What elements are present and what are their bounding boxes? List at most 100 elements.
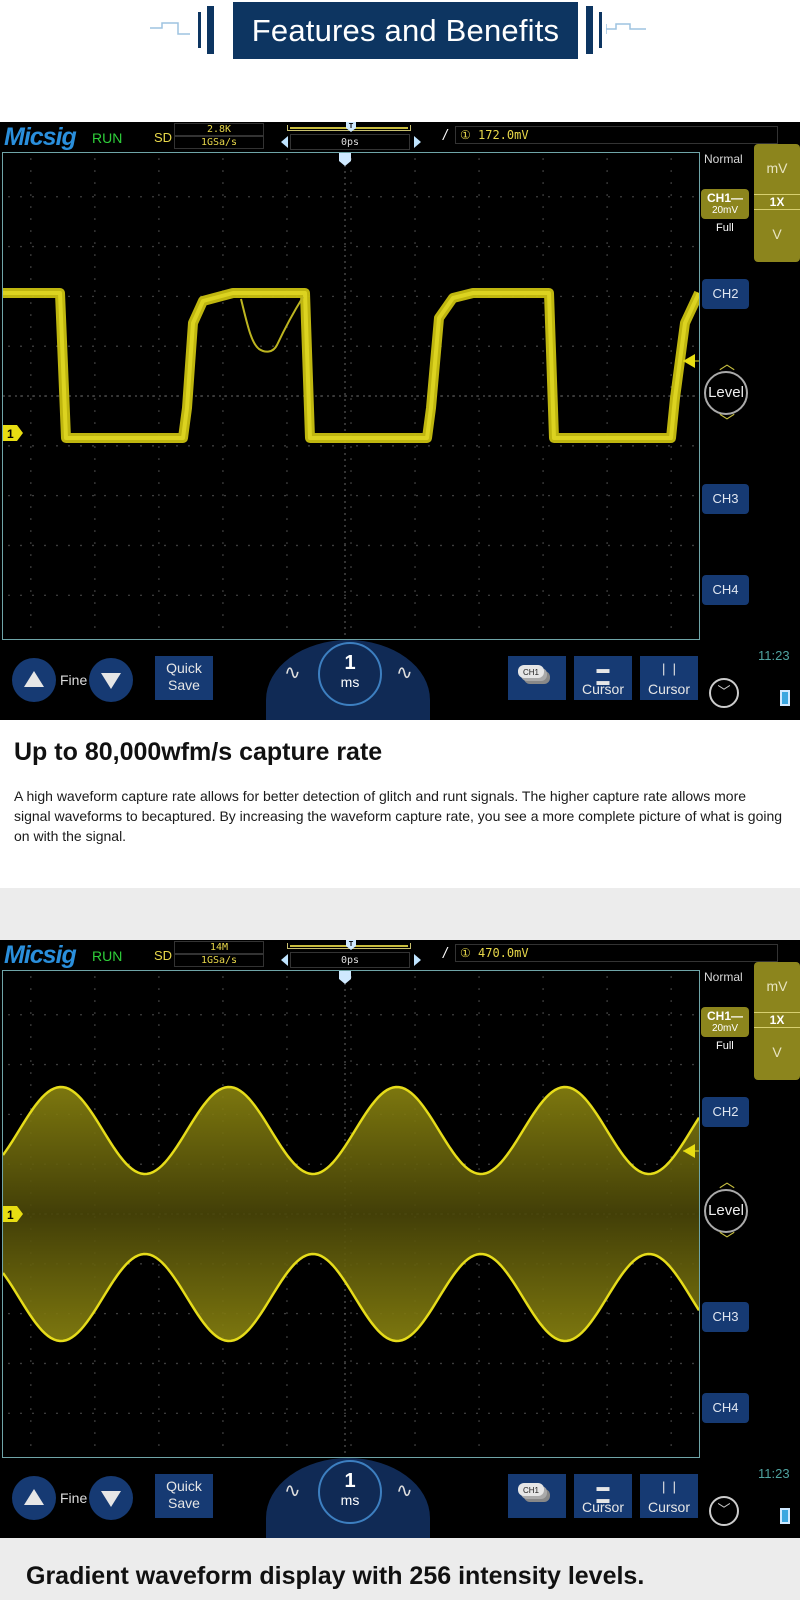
grid-dot [670,1012,672,1014]
trigger-level-knob[interactable]: Level [704,371,748,415]
channel-stack-button[interactable]: CH1 [508,656,566,700]
level-down-chevron-icon[interactable]: ﹀ [719,415,735,431]
grid-dot [286,350,288,352]
grid-dot [152,1013,154,1016]
trigger-mode[interactable]: Normal [704,152,743,166]
grid-dot [478,976,480,978]
waveform-grid[interactable]: 1 [2,152,700,640]
grid-dot [332,345,334,347]
grid-dot [512,1362,514,1365]
pan-right-arrow-icon[interactable] [414,136,421,148]
grid-dot [152,295,154,298]
ch2-button[interactable]: CH2 [702,279,749,309]
ch2-button[interactable]: CH2 [702,1097,749,1127]
compress-wave-icon[interactable]: ∿ [284,1478,301,1503]
sample-rate[interactable]: 1GSa/s [174,136,264,149]
vertical-cursor-button[interactable]: | | Cursor [640,656,698,700]
trigger-mode[interactable]: Normal [704,970,743,984]
trigger-level-readout[interactable]: ① 470.0mV [455,944,778,962]
grid-dot [478,1156,480,1158]
grid-dot [116,494,118,497]
grid-dot [286,506,288,508]
probe-ratio[interactable]: 1X [754,194,800,210]
pan-left-arrow-icon[interactable] [281,954,288,966]
grid-dot [476,345,478,347]
ch1-button[interactable]: CH1— 20mV [701,1007,749,1037]
ch3-button[interactable]: CH3 [702,484,749,514]
acquisition-mode[interactable]: SD [154,948,172,963]
timebase-value-button[interactable]: 1 ms [318,1460,382,1524]
waveform-grid[interactable]: 1 [2,970,700,1458]
ch1-button[interactable]: CH1— 20mV [701,189,749,219]
volt-down-v[interactable]: V [754,1044,800,1060]
volt-scale-panel[interactable]: mV 1X V [754,962,800,1080]
acquisition-mode[interactable]: SD [154,130,172,145]
expand-wave-icon[interactable]: ∿ [396,660,413,685]
grid-dot [94,1060,96,1062]
fine-down-button[interactable] [89,1476,133,1520]
horizontal-cursor-button[interactable]: ▬ ▬ Cursor [574,1474,632,1518]
trigger-position-value[interactable]: 0ps [290,134,410,150]
grid-dot [670,506,672,508]
volt-scale-panel[interactable]: mV 1X V [754,144,800,262]
grid-dot [350,1384,352,1386]
grid-dot [116,594,118,597]
grid-dot [414,338,416,340]
level-up-chevron-icon[interactable]: ︿ [719,357,735,373]
pan-right-arrow-icon[interactable] [414,954,421,966]
ch4-button[interactable]: CH4 [702,1393,749,1423]
fine-up-button[interactable] [12,1476,56,1520]
level-down-chevron-icon[interactable]: ﹀ [719,1233,735,1249]
quick-save-button[interactable]: Quick Save [155,1474,213,1518]
vertical-cursor-button[interactable]: | | Cursor [640,1474,698,1518]
grid-dot [670,1000,672,1002]
horizontal-cursor-button[interactable]: ▬ ▬ Cursor [574,656,632,700]
section-heading-gradient: Gradient waveform display with 256 inten… [26,1562,645,1590]
quick-save-button[interactable]: Quick Save [155,656,213,700]
grid-dot [428,1013,430,1016]
grid-dot [176,345,178,347]
volt-up-mv[interactable]: mV [754,160,800,176]
run-status[interactable]: RUN [92,948,122,964]
probe-ratio[interactable]: 1X [754,1012,800,1028]
grid-dot [222,1084,224,1086]
ch4-button[interactable]: CH4 [702,575,749,605]
grid-dot [30,422,32,424]
volt-up-mv[interactable]: mV [754,978,800,994]
volt-down-v[interactable]: V [754,226,800,242]
memory-depth[interactable]: 2.8K [174,123,264,136]
timebase-value-button[interactable]: 1 ms [318,642,382,706]
grid-dot [286,170,288,172]
grid-dot [680,195,682,198]
grid-dot [478,1336,480,1338]
grid-dot [606,1312,608,1314]
trigger-level-knob[interactable]: Level [704,1189,748,1233]
grid-dot [416,594,418,597]
grid-dot [606,1384,608,1386]
expand-menu-chevron-icon[interactable]: ﹀ [709,678,739,708]
grid-dot [30,1444,32,1446]
grid-dot [30,1420,32,1422]
grid-dot [176,245,178,248]
fine-down-button[interactable] [89,658,133,702]
expand-menu-chevron-icon[interactable]: ﹀ [709,1496,739,1526]
trigger-level-readout[interactable]: ① 172.0mV [455,126,778,144]
grid-dot [284,1362,286,1365]
level-up-chevron-icon[interactable]: ︿ [719,1175,735,1191]
grid-dot [392,1412,394,1415]
grid-dot [644,1312,646,1315]
grid-dot [222,494,224,496]
grid-dot [548,245,550,248]
grid-dot [188,1312,190,1315]
run-status[interactable]: RUN [92,130,122,146]
pan-left-arrow-icon[interactable] [281,136,288,148]
grid-dot [350,218,352,220]
fine-up-button[interactable] [12,658,56,702]
expand-wave-icon[interactable]: ∿ [396,1478,413,1503]
ch3-button[interactable]: CH3 [702,1302,749,1332]
trigger-position-value[interactable]: 0ps [290,952,410,968]
channel-stack-button[interactable]: CH1 [508,1474,566,1518]
sample-rate[interactable]: 1GSa/s [174,954,264,967]
memory-depth[interactable]: 14M [174,941,264,954]
compress-wave-icon[interactable]: ∿ [284,660,301,685]
